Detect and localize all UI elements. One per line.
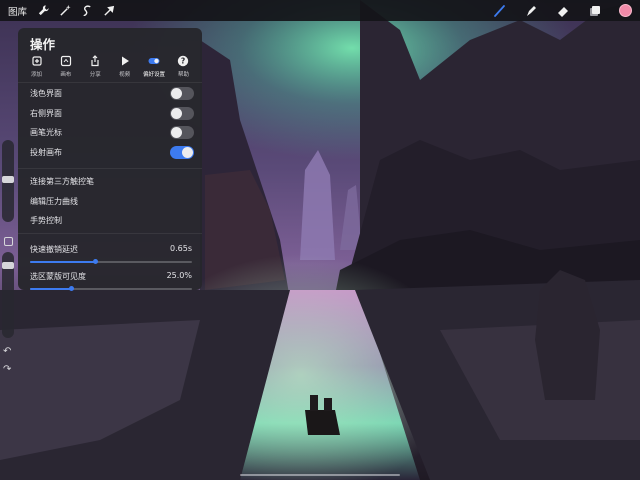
toggle-label: 投射画布	[30, 147, 62, 157]
tab-help[interactable]: ? 帮助	[169, 55, 198, 78]
undo-icon[interactable]: ↶	[3, 346, 11, 357]
brush-icon[interactable]	[491, 3, 507, 19]
add-icon	[31, 56, 42, 66]
toggle-row-right-interface: 右侧界面	[30, 104, 194, 122]
selection-icon[interactable]	[80, 4, 94, 18]
tab-video[interactable]: 视频	[110, 55, 139, 78]
slider-fill	[30, 261, 95, 263]
toggle-row-light-interface: 浅色界面	[30, 84, 194, 102]
top-toolbar: 图库	[0, 0, 640, 21]
slider-value: 25.0%	[166, 271, 192, 280]
transform-arrow-icon[interactable]	[102, 4, 116, 18]
slider-knob[interactable]	[92, 259, 98, 264]
slider-value: 0.65s	[170, 244, 192, 253]
tab-preferences[interactable]: 偏好设置	[140, 55, 169, 78]
color-picker-swatch[interactable]	[619, 4, 632, 17]
slider-label: 快速撤销延迟	[30, 245, 78, 254]
toggle-label: 画笔光标	[30, 127, 62, 137]
toggle-knob	[182, 146, 193, 158]
tab-preferences-label: 偏好设置	[143, 72, 166, 78]
quick-undo-delay-slider[interactable]	[30, 259, 192, 264]
layers-icon[interactable]	[587, 3, 603, 19]
divider	[18, 168, 202, 169]
tab-canvas[interactable]: 画布	[51, 55, 80, 78]
toggle-row-brush-cursor: 画笔光标	[30, 123, 194, 141]
home-indicator	[240, 474, 400, 476]
svg-text:?: ?	[181, 57, 185, 66]
gesture-controls-link[interactable]: 手势控制	[30, 215, 62, 226]
toggle-row-project-canvas: 投射画布	[30, 143, 194, 161]
gallery-button[interactable]: 图库	[8, 4, 28, 18]
project-canvas-toggle[interactable]	[170, 145, 194, 159]
help-icon: ?	[178, 55, 189, 67]
toggle-label: 浅色界面	[30, 88, 62, 98]
toggle-label: 右侧界面	[30, 108, 62, 118]
video-icon	[121, 56, 129, 66]
smudge-icon[interactable]	[523, 3, 539, 19]
toggle-knob	[171, 107, 182, 119]
right-toolbar	[491, 0, 640, 21]
selection-mask-visibility-slider-row: 选区蒙版可见度 25.0%	[30, 271, 192, 291]
tab-add[interactable]: 添加	[22, 55, 51, 78]
selection-mask-visibility-slider[interactable]	[30, 286, 192, 291]
tab-share-label: 分享	[89, 72, 101, 78]
canvas-icon	[60, 55, 71, 67]
divider	[18, 233, 202, 234]
left-sidebar: ↶ ↷	[0, 140, 18, 380]
edit-pressure-curve-link[interactable]: 编辑压力曲线	[30, 196, 78, 207]
magic-wand-icon[interactable]	[58, 4, 72, 18]
slider-label: 选区蒙版可见度	[30, 272, 86, 281]
brush-size-thumb[interactable]	[2, 176, 14, 183]
opacity-thumb[interactable]	[2, 262, 14, 269]
slider-fill	[30, 288, 71, 290]
eraser-icon[interactable]	[555, 3, 571, 19]
tab-canvas-label: 画布	[60, 72, 72, 78]
share-icon	[91, 55, 99, 67]
divider	[18, 82, 202, 83]
slider-knob[interactable]	[68, 286, 74, 291]
preferences-toggle-icon	[148, 58, 160, 64]
tab-add-label: 添加	[30, 72, 42, 78]
panel-title: 操作	[30, 37, 56, 52]
actions-tabs: 添加 画布 分享 视频 偏好设置 ? 帮助	[22, 55, 198, 78]
quick-undo-delay-slider-row: 快速撤销延迟 0.65s	[30, 244, 192, 264]
wrench-icon[interactable]	[36, 4, 50, 18]
tab-help-label: 帮助	[177, 72, 189, 78]
brush-cursor-toggle[interactable]	[170, 125, 194, 139]
connect-stylus-link[interactable]: 连接第三方触控笔	[30, 176, 94, 187]
right-interface-toggle[interactable]	[170, 106, 194, 120]
toggle-knob	[171, 126, 182, 138]
light-interface-toggle[interactable]	[170, 86, 194, 100]
redo-icon[interactable]: ↷	[3, 364, 11, 375]
actions-panel: 操作 添加 画布 分享 视频 偏好设置 ? 帮助 浅色界面 右侧界面 画笔光标 …	[18, 28, 202, 291]
toggle-knob	[171, 87, 182, 99]
eyedropper-square-button[interactable]	[4, 237, 13, 246]
tab-video-label: 视频	[119, 72, 131, 78]
tab-share[interactable]: 分享	[81, 55, 110, 78]
